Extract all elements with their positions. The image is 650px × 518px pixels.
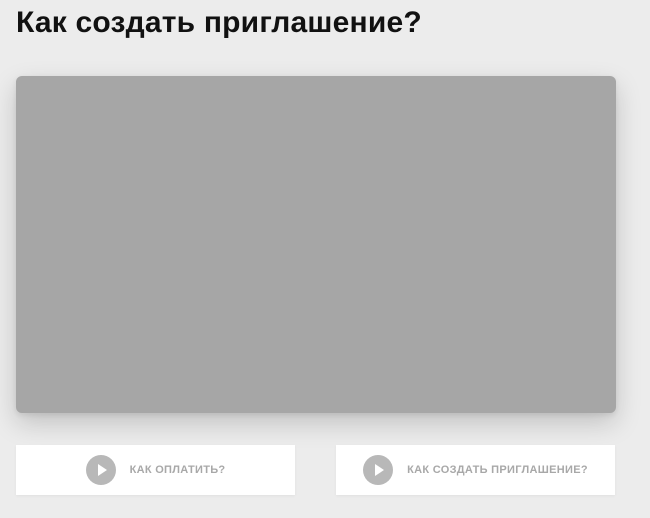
play-icon	[363, 455, 394, 485]
how-to-pay-video-button[interactable]: КАК ОПЛАТИТЬ?	[16, 445, 295, 495]
video-button-label: КАК ОПЛАТИТЬ?	[129, 464, 226, 476]
video-button-label: КАК СОЗДАТЬ ПРИГЛАШЕНИЕ?	[407, 464, 588, 476]
video-player[interactable]	[16, 76, 616, 413]
play-icon	[85, 455, 116, 485]
how-to-create-invitation-video-button[interactable]: КАК СОЗДАТЬ ПРИГЛАШЕНИЕ?	[336, 445, 615, 495]
page-title: Как создать приглашение?	[16, 6, 422, 39]
